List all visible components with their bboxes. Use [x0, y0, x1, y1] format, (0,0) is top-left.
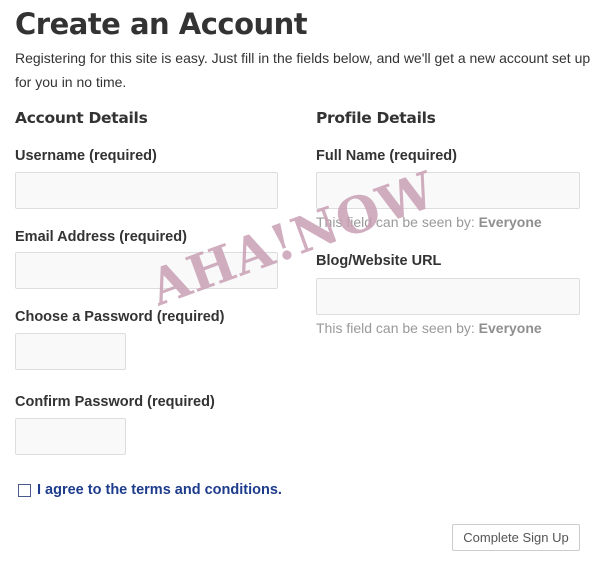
website-input[interactable] — [316, 278, 580, 315]
full-name-visibility-note: This field can be seen by: Everyone — [316, 213, 542, 231]
page-title: Create an Account — [15, 7, 308, 41]
visibility-prefix: This field can be seen by: — [316, 214, 475, 230]
full-name-label: Full Name (required) — [316, 148, 457, 164]
complete-sign-up-button[interactable]: Complete Sign Up — [452, 524, 580, 551]
email-input[interactable] — [15, 252, 278, 289]
website-label: Blog/Website URL — [316, 253, 442, 269]
profile-details-heading: Profile Details — [316, 109, 436, 127]
email-label: Email Address (required) — [15, 229, 187, 245]
terms-label[interactable]: I agree to the terms and conditions. — [37, 481, 282, 499]
username-input[interactable] — [15, 172, 278, 209]
account-details-heading: Account Details — [15, 109, 148, 127]
visibility-level: Everyone — [478, 214, 542, 230]
terms-checkbox[interactable] — [18, 483, 31, 497]
username-label: Username (required) — [15, 148, 157, 164]
full-name-input[interactable] — [316, 172, 580, 209]
website-visibility-note: This field can be seen by: Everyone — [316, 319, 542, 337]
terms-row[interactable]: I agree to the terms and conditions. — [18, 481, 282, 499]
visibility-level: Everyone — [478, 320, 542, 336]
intro-text: Registering for this site is easy. Just … — [15, 50, 591, 90]
password-label: Choose a Password (required) — [15, 309, 225, 325]
confirm-password-input[interactable] — [15, 418, 126, 455]
visibility-prefix: This field can be seen by: — [316, 320, 475, 336]
password-input[interactable] — [15, 333, 126, 370]
confirm-password-label: Confirm Password (required) — [15, 394, 215, 410]
